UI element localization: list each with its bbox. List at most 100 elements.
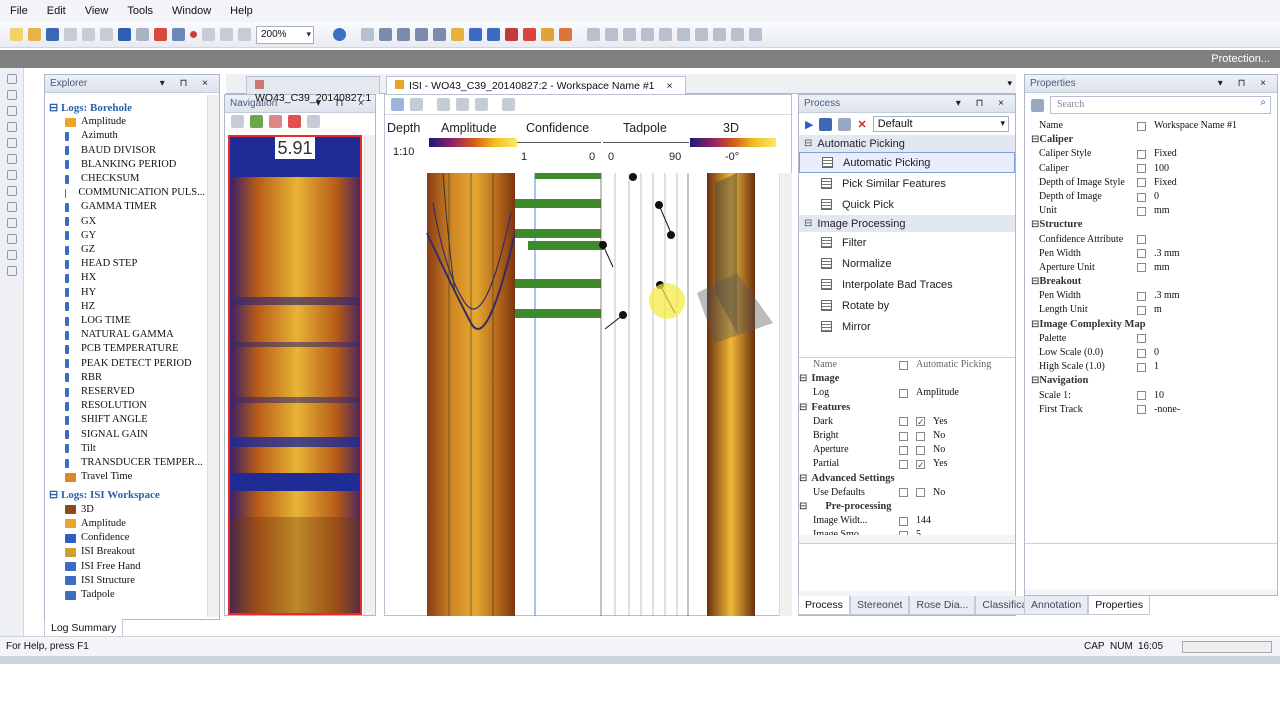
list-item[interactable]: Azimuth xyxy=(49,129,205,143)
collapse-icon[interactable]: ⊟ xyxy=(799,372,807,386)
list-item[interactable]: RESOLUTION xyxy=(49,399,205,413)
palette-icon[interactable] xyxy=(451,28,464,41)
align-center-icon[interactable] xyxy=(641,28,654,41)
group-icon[interactable] xyxy=(695,28,708,41)
property-value[interactable]: Fixed xyxy=(1154,176,1177,190)
menu-window[interactable]: Window xyxy=(172,5,211,17)
cut-icon[interactable] xyxy=(64,28,77,41)
collapse-icon[interactable]: ⊟ xyxy=(799,472,807,486)
field-checkbox[interactable] xyxy=(1137,391,1146,401)
process-item[interactable]: Normalize xyxy=(799,253,1015,274)
properties-controls[interactable]: ▾ ⊓ × xyxy=(1218,78,1272,89)
field-checkbox[interactable] xyxy=(1137,405,1146,415)
property-value[interactable]: No xyxy=(933,443,945,457)
list-item[interactable]: NATURAL GAMMA xyxy=(49,328,205,342)
value-checkbox[interactable] xyxy=(916,488,925,498)
erase-icon[interactable] xyxy=(6,186,17,196)
process-item[interactable]: Pick Similar Features xyxy=(799,173,1015,194)
property-value[interactable]: Fixed xyxy=(1154,147,1177,161)
process-item[interactable]: Interpolate Bad Traces xyxy=(799,274,1015,295)
field-checkbox[interactable] xyxy=(1137,178,1146,188)
field-checkbox[interactable] xyxy=(1137,306,1146,316)
property-value[interactable]: mm xyxy=(1154,204,1170,218)
field-checkbox[interactable] xyxy=(1137,348,1146,358)
new-icon[interactable] xyxy=(10,28,23,41)
tab-doc-1[interactable]: WO43_C39_20140827:1 xyxy=(246,76,380,104)
polygon-icon[interactable] xyxy=(6,170,17,180)
ellipse-icon[interactable] xyxy=(6,138,17,148)
amplitude-title[interactable]: Amplitude xyxy=(441,121,497,135)
field-checkbox[interactable] xyxy=(1137,263,1146,273)
field-checkbox[interactable] xyxy=(899,516,908,526)
panel-tab[interactable]: Properties xyxy=(1088,596,1151,615)
search-icon[interactable]: ⌕ xyxy=(1260,97,1266,108)
collapse-icon[interactable]: ⊟ xyxy=(1025,218,1039,232)
menu-view[interactable]: View xyxy=(85,5,109,17)
menu-file[interactable]: File xyxy=(10,5,28,17)
save-preset-icon[interactable] xyxy=(819,117,833,131)
zoom-select[interactable]: 200% xyxy=(256,25,314,44)
group-automatic-picking[interactable]: Automatic Picking xyxy=(799,135,1015,152)
list-icon[interactable] xyxy=(502,98,515,111)
delete-preset-icon[interactable]: ✕ xyxy=(857,118,866,131)
close-icon[interactable]: × xyxy=(667,80,673,92)
property-value[interactable]: m xyxy=(1154,303,1162,317)
list-item[interactable]: GX xyxy=(49,215,205,229)
pause-icon[interactable] xyxy=(410,98,423,111)
list-item[interactable]: CHECKSUM xyxy=(49,172,205,186)
property-value[interactable]: 0 xyxy=(1154,190,1159,204)
save-as-icon[interactable] xyxy=(838,117,852,131)
tool-icon[interactable] xyxy=(559,28,572,41)
process-item[interactable]: Quick Pick xyxy=(799,194,1015,215)
print-icon[interactable] xyxy=(220,28,233,41)
field-checkbox[interactable] xyxy=(899,417,908,427)
field-checkbox[interactable] xyxy=(1137,291,1146,301)
measure-icon[interactable] xyxy=(6,218,17,228)
panel-controls[interactable]: ▾ ⊓ × xyxy=(160,78,214,89)
value-checkbox[interactable] xyxy=(916,445,925,455)
property-value[interactable]: Workspace Name #1 xyxy=(1154,119,1237,133)
menu-tools[interactable]: Tools xyxy=(127,5,153,17)
field-checkbox[interactable] xyxy=(899,388,908,398)
nav-add-icon[interactable] xyxy=(250,115,263,128)
nav-remove-icon[interactable] xyxy=(269,115,282,128)
menu-edit[interactable]: Edit xyxy=(47,5,66,17)
property-value[interactable]: 0 xyxy=(1154,346,1159,360)
property-value[interactable]: 144 xyxy=(916,514,931,528)
value-checkbox[interactable] xyxy=(916,431,925,441)
group-logs-isi[interactable]: ⊟ Logs: ISI Workspace xyxy=(49,488,205,502)
tab-doc-2[interactable]: ISI - WO43_C39_20140827:2 - Workspace Na… xyxy=(386,76,686,94)
field-checkbox[interactable] xyxy=(1137,192,1146,202)
list-item[interactable]: HEAD STEP xyxy=(49,257,205,271)
field-checkbox[interactable] xyxy=(899,530,908,535)
group-image-processing[interactable]: Image Processing xyxy=(799,215,1015,232)
list-item[interactable]: SHIFT ANGLE xyxy=(49,413,205,427)
list-item[interactable]: ISI Breakout xyxy=(49,545,205,559)
copy-icon[interactable] xyxy=(82,28,95,41)
field-checkbox[interactable] xyxy=(1137,362,1146,372)
rect-icon[interactable] xyxy=(6,122,17,132)
list-item[interactable]: Travel Time xyxy=(49,470,205,484)
play-icon[interactable]: ▶ xyxy=(805,118,813,131)
categorized-icon[interactable] xyxy=(1031,98,1044,112)
save-icon[interactable] xyxy=(46,28,59,41)
fit-icon[interactable] xyxy=(397,28,410,41)
pick-icon[interactable] xyxy=(505,28,518,41)
depth-title[interactable]: Depth xyxy=(387,121,420,135)
list-item[interactable]: PCB TEMPERATURE xyxy=(49,342,205,356)
down-icon[interactable] xyxy=(749,28,762,41)
log-tracks[interactable] xyxy=(385,173,779,616)
panel-tab[interactable]: Stereonet xyxy=(849,596,910,615)
page-icon[interactable] xyxy=(202,28,215,41)
list-item[interactable]: Confidence xyxy=(49,531,205,545)
layers-icon[interactable] xyxy=(6,250,17,260)
collapse-icon[interactable]: ⊟ xyxy=(1025,318,1039,332)
field-checkbox[interactable] xyxy=(899,360,908,370)
property-value[interactable]: 100 xyxy=(1154,162,1169,176)
field-checkbox[interactable] xyxy=(1137,249,1146,259)
property-value[interactable]: 1 xyxy=(1154,360,1159,374)
list-item[interactable]: HY xyxy=(49,286,205,300)
list-item[interactable]: TRANSDUCER TEMPER... xyxy=(49,456,205,470)
cross-icon[interactable] xyxy=(523,28,536,41)
property-value[interactable]: mm xyxy=(1154,261,1170,275)
